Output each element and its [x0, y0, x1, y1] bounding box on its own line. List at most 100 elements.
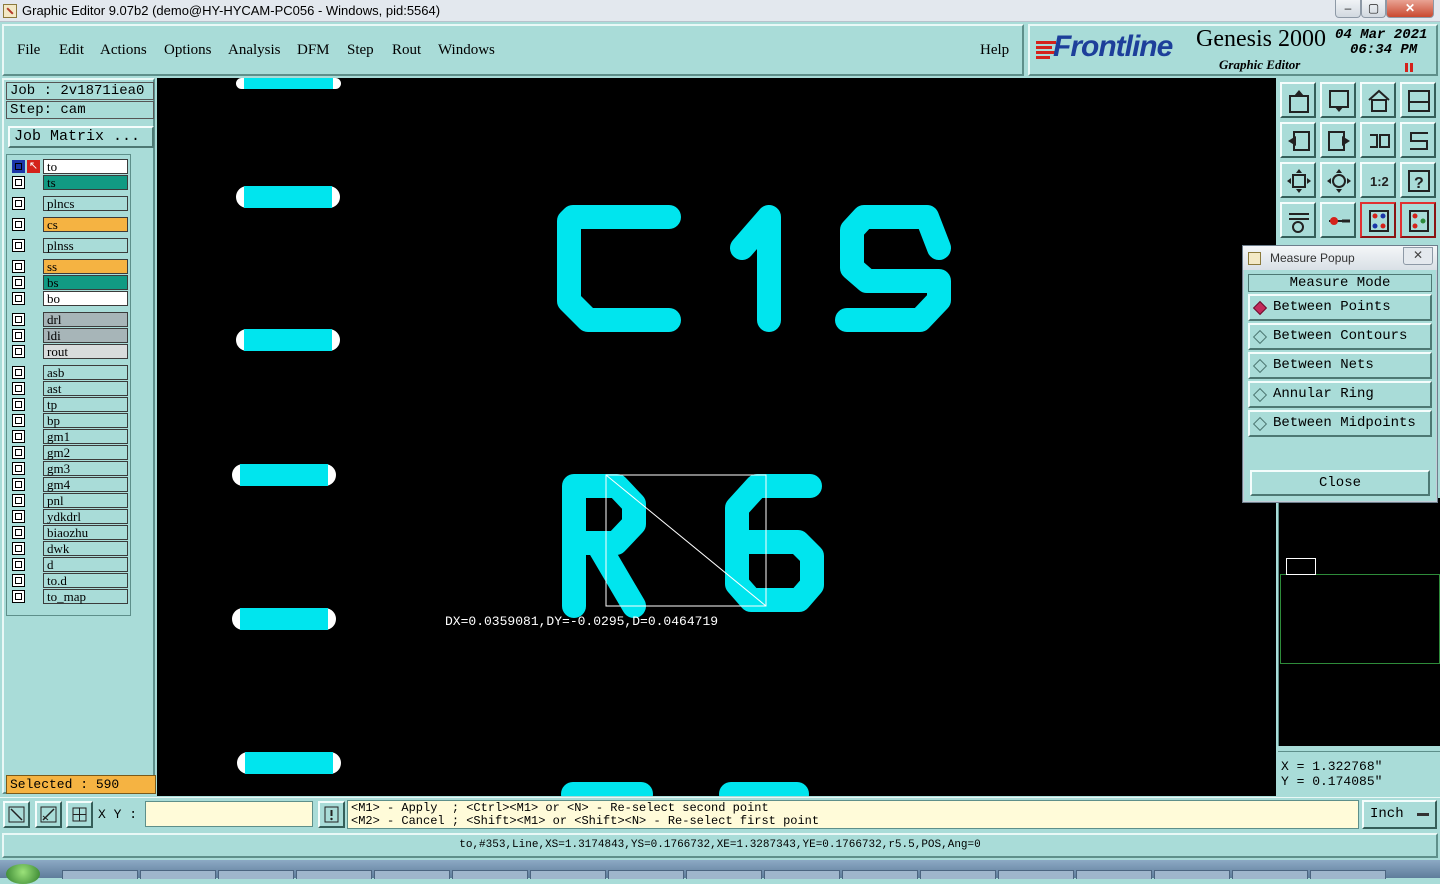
- layer-visibility-checkbox[interactable]: [12, 292, 25, 305]
- layer-name[interactable]: to: [43, 159, 128, 174]
- pause-icon[interactable]: [1405, 63, 1414, 72]
- measure-mode-option[interactable]: Between Nets: [1248, 352, 1432, 379]
- layer-visibility-checkbox[interactable]: [12, 160, 25, 173]
- layer-row-gm1[interactable]: gm1: [10, 429, 128, 444]
- menu-file[interactable]: File: [17, 42, 40, 59]
- layer-row-rout[interactable]: rout: [10, 344, 128, 359]
- layer-name[interactable]: ts: [43, 175, 128, 190]
- layer-row-gm3[interactable]: gm3: [10, 461, 128, 476]
- move-right-icon[interactable]: [1320, 122, 1356, 158]
- layer-name[interactable]: drl: [43, 312, 128, 327]
- zoom-center-icon[interactable]: [1320, 162, 1356, 198]
- layer-row-tp[interactable]: tp: [10, 397, 128, 412]
- layer-visibility-checkbox[interactable]: [12, 574, 25, 587]
- measure-mode-option[interactable]: Between Contours: [1248, 323, 1432, 350]
- window-split-icon[interactable]: [1400, 82, 1436, 118]
- layer-row-cs[interactable]: cs: [10, 217, 128, 232]
- home-up-icon[interactable]: [1280, 82, 1316, 118]
- measure-mode-option[interactable]: Annular Ring: [1248, 381, 1432, 408]
- layer-row-to-map[interactable]: to_map: [10, 589, 128, 604]
- xy-input[interactable]: [145, 801, 313, 827]
- menu-analysis[interactable]: Analysis: [228, 42, 281, 59]
- layer-name[interactable]: ss: [43, 259, 128, 274]
- layer-visibility-checkbox[interactable]: [12, 345, 25, 358]
- layer-visibility-checkbox[interactable]: [12, 382, 25, 395]
- menu-actions[interactable]: Actions: [100, 42, 147, 59]
- layer-row-pnl[interactable]: pnl: [10, 493, 128, 508]
- layer-visibility-checkbox[interactable]: [12, 494, 25, 507]
- layer-name[interactable]: gm3: [43, 461, 128, 476]
- layer-visibility-checkbox[interactable]: [12, 276, 25, 289]
- layer-name[interactable]: tp: [43, 397, 128, 412]
- layer-name[interactable]: plnss: [43, 238, 128, 253]
- layer-visibility-checkbox[interactable]: [12, 478, 25, 491]
- grid-icon[interactable]: [66, 801, 93, 828]
- layer-name[interactable]: bs: [43, 275, 128, 290]
- start-button[interactable]: [6, 864, 40, 884]
- layer-row-dwk[interactable]: dwk: [10, 541, 128, 556]
- layer-visibility-checkbox[interactable]: [12, 526, 25, 539]
- menu-step[interactable]: Step: [347, 42, 374, 59]
- layer-visibility-checkbox[interactable]: [12, 510, 25, 523]
- layer-name[interactable]: asb: [43, 365, 128, 380]
- layer-name[interactable]: plncs: [43, 196, 128, 211]
- layer-row-gm4[interactable]: gm4: [10, 477, 128, 492]
- layer-visibility-checkbox[interactable]: [12, 176, 25, 189]
- menu-windows[interactable]: Windows: [438, 42, 495, 59]
- layer-visibility-checkbox[interactable]: [12, 446, 25, 459]
- measure-close-button[interactable]: Close: [1250, 470, 1430, 496]
- layer-name[interactable]: rout: [43, 344, 128, 359]
- layer-name[interactable]: bp: [43, 413, 128, 428]
- snap-icon[interactable]: [35, 801, 62, 828]
- layer-name[interactable]: bo: [43, 291, 128, 306]
- job-matrix-button[interactable]: Job Matrix ...: [8, 126, 154, 148]
- layer-visibility-checkbox[interactable]: [12, 260, 25, 273]
- layer-row-bs[interactable]: bs: [10, 275, 128, 290]
- layer-row-bp[interactable]: bp: [10, 413, 128, 428]
- popup-close-icon[interactable]: ✕: [1403, 247, 1433, 265]
- layer-row-d[interactable]: d: [10, 557, 128, 572]
- layer-visibility-checkbox[interactable]: [12, 197, 25, 210]
- layer-visibility-checkbox[interactable]: [12, 414, 25, 427]
- menu-edit[interactable]: Edit: [59, 42, 84, 59]
- move-left-icon[interactable]: [1280, 122, 1316, 158]
- layer-row-plncs[interactable]: plncs: [10, 196, 128, 211]
- layer-row-ast[interactable]: ast: [10, 381, 128, 396]
- help-query-icon[interactable]: ?: [1400, 162, 1436, 198]
- layer-visibility-checkbox[interactable]: [12, 398, 25, 411]
- graphic-canvas[interactable]: DX=0.0359081,DY=-0.0295,D=0.0464719: [157, 78, 1276, 796]
- step-icon[interactable]: [1400, 122, 1436, 158]
- layer-name[interactable]: gm4: [43, 477, 128, 492]
- layer-row-to[interactable]: ↖ to: [10, 159, 128, 174]
- net-left-icon[interactable]: [1360, 202, 1396, 238]
- alert-icon[interactable]: [318, 801, 345, 828]
- layer-visibility-checkbox[interactable]: [12, 239, 25, 252]
- layer-visibility-checkbox[interactable]: [12, 313, 25, 326]
- layer-name[interactable]: ydkdrl: [43, 509, 128, 524]
- measure-mode-option[interactable]: Between Midpoints: [1248, 410, 1432, 437]
- layer-visibility-checkbox[interactable]: [12, 366, 25, 379]
- scale-1-2-icon[interactable]: 1:2: [1360, 162, 1396, 198]
- layer-name[interactable]: ast: [43, 381, 128, 396]
- down-icon[interactable]: [1320, 82, 1356, 118]
- layer-row-gm2[interactable]: gm2: [10, 445, 128, 460]
- layer-visibility-checkbox[interactable]: [12, 462, 25, 475]
- maximize-button[interactable]: ▢: [1361, 0, 1386, 18]
- layer-name[interactable]: to.d: [43, 573, 128, 588]
- rotate-icon[interactable]: [1360, 122, 1396, 158]
- layer-name[interactable]: gm2: [43, 445, 128, 460]
- probe-icon[interactable]: [1320, 202, 1356, 238]
- menu-options[interactable]: Options: [164, 42, 212, 59]
- overview-map[interactable]: [1278, 498, 1440, 746]
- layer-visibility-checkbox[interactable]: [12, 430, 25, 443]
- measure-mode-option[interactable]: Between Points: [1248, 294, 1432, 321]
- layer-row-bo[interactable]: bo: [10, 291, 128, 306]
- menu-rout[interactable]: Rout: [392, 42, 421, 59]
- layer-row-ts[interactable]: ts: [10, 175, 128, 190]
- layer-name[interactable]: d: [43, 557, 128, 572]
- layer-name[interactable]: gm1: [43, 429, 128, 444]
- minimize-button[interactable]: –: [1335, 0, 1361, 18]
- net-right-icon[interactable]: [1400, 202, 1436, 238]
- layer-row-plnss[interactable]: plnss: [10, 238, 128, 253]
- layer-name[interactable]: cs: [43, 217, 128, 232]
